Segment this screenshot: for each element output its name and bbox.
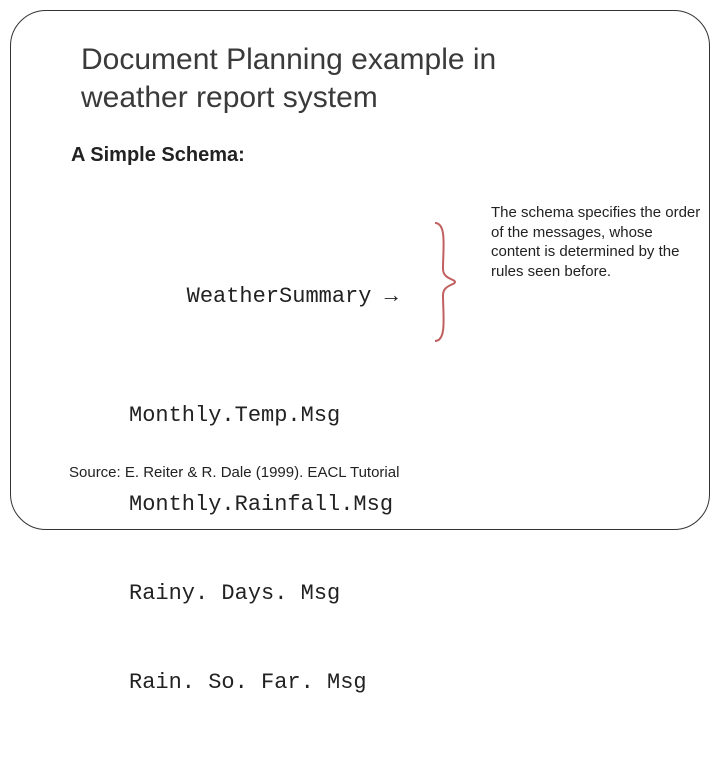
slide-frame: Document Planning example in weather rep… [10, 10, 710, 530]
slide-title: Document Planning example in weather rep… [81, 41, 601, 116]
subheading: A Simple Schema: [71, 144, 669, 167]
brace-icon [433, 221, 457, 343]
schema-item: Rainy. Days. Msg [81, 579, 669, 609]
schema-name: WeatherSummary [187, 284, 372, 309]
source-citation: Source: E. Reiter & R. Dale (1999). EACL… [69, 464, 399, 481]
arrow-icon: → [385, 284, 398, 309]
schema-item: Rain. So. Far. Msg [81, 668, 669, 698]
annotation-note: The schema specifies the order of the me… [491, 203, 706, 281]
schema-item: Monthly.Temp.Msg [81, 401, 669, 431]
schema-item: Monthly.Rainfall.Msg [81, 490, 669, 520]
